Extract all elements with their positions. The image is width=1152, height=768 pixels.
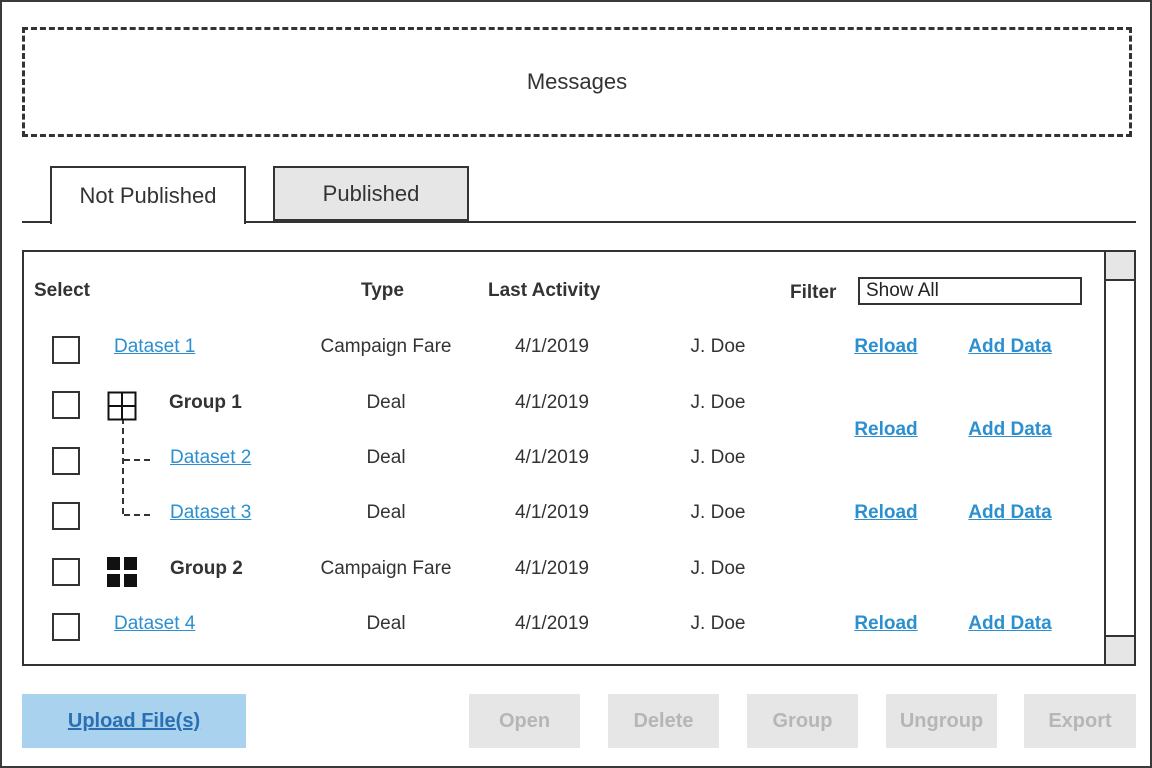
row-date: 4/1/2019 (515, 502, 589, 523)
row-type: Deal (366, 447, 406, 468)
row-user: J. Doe (690, 613, 746, 634)
row-checkbox[interactable] (52, 502, 80, 530)
tab-published-label: Published (322, 180, 420, 206)
tree-branch (124, 459, 150, 461)
row-date: 4/1/2019 (515, 447, 589, 468)
open-button[interactable]: Open (469, 694, 580, 748)
row-date: 4/1/2019 (515, 558, 589, 579)
row-user: J. Doe (690, 336, 746, 357)
row-checkbox[interactable] (52, 391, 80, 419)
row-date: 4/1/2019 (515, 336, 589, 357)
group-collapsed-icon[interactable] (107, 557, 137, 587)
scroll-down-button[interactable] (1106, 635, 1134, 664)
row-user: J. Doe (690, 502, 746, 523)
dataset-panel: Select Type Last Activity Filter Dataset… (22, 250, 1136, 666)
row-checkbox[interactable] (52, 613, 80, 641)
add-data-link[interactable]: Add Data (968, 419, 1051, 441)
row-checkbox[interactable] (52, 558, 80, 586)
row-checkbox[interactable] (52, 447, 80, 475)
tree-connector (122, 418, 124, 514)
row-type: Deal (366, 392, 406, 413)
group-name: Group 2 (170, 558, 243, 579)
messages-area: Messages (22, 27, 1132, 137)
reload-link[interactable]: Reload (854, 419, 917, 441)
add-data-link[interactable]: Add Data (968, 502, 1051, 524)
header-last-activity: Last Activity (488, 280, 601, 301)
tab-published[interactable]: Published (273, 166, 469, 221)
delete-button[interactable]: Delete (608, 694, 719, 748)
upload-files-label: Upload File(s) (67, 709, 201, 732)
group-label: Group (772, 709, 833, 732)
row-date: 4/1/2019 (515, 613, 589, 634)
dataset-link[interactable]: Dataset 4 (114, 613, 195, 635)
group-name: Group 1 (169, 392, 242, 413)
group-button[interactable]: Group (747, 694, 858, 748)
filter-input[interactable] (858, 277, 1082, 305)
row-type: Campaign Fare (320, 336, 452, 357)
dataset-link[interactable]: Dataset 3 (170, 502, 251, 524)
row-user: J. Doe (690, 558, 746, 579)
dataset-link[interactable]: Dataset 1 (114, 336, 195, 358)
reload-link[interactable]: Reload (854, 502, 917, 524)
ungroup-label: Ungroup (899, 709, 984, 732)
tab-not-published-label: Not Published (79, 183, 217, 208)
vertical-scrollbar[interactable] (1104, 252, 1134, 664)
upload-files-button[interactable]: Upload File(s) (22, 694, 246, 748)
header-select: Select (34, 280, 90, 301)
add-data-link[interactable]: Add Data (968, 613, 1051, 635)
header-filter: Filter (790, 282, 837, 303)
delete-label: Delete (633, 709, 694, 732)
tab-not-published[interactable]: Not Published (50, 166, 246, 224)
row-user: J. Doe (690, 447, 746, 468)
add-data-link[interactable]: Add Data (968, 336, 1051, 358)
messages-label: Messages (526, 69, 628, 94)
header-type: Type (361, 280, 404, 301)
export-button[interactable]: Export (1024, 694, 1136, 748)
row-checkbox[interactable] (52, 336, 80, 364)
row-user: J. Doe (690, 392, 746, 413)
scroll-up-button[interactable] (1106, 252, 1134, 281)
dataset-link[interactable]: Dataset 2 (170, 447, 251, 469)
row-date: 4/1/2019 (515, 392, 589, 413)
open-label: Open (498, 709, 551, 732)
group-expanded-icon[interactable] (107, 391, 137, 421)
row-type: Deal (366, 502, 406, 523)
ungroup-button[interactable]: Ungroup (886, 694, 997, 748)
row-type: Campaign Fare (320, 558, 452, 579)
row-type: Deal (366, 613, 406, 634)
export-label: Export (1048, 709, 1112, 732)
reload-link[interactable]: Reload (854, 613, 917, 635)
reload-link[interactable]: Reload (854, 336, 917, 358)
tree-branch (124, 514, 150, 516)
